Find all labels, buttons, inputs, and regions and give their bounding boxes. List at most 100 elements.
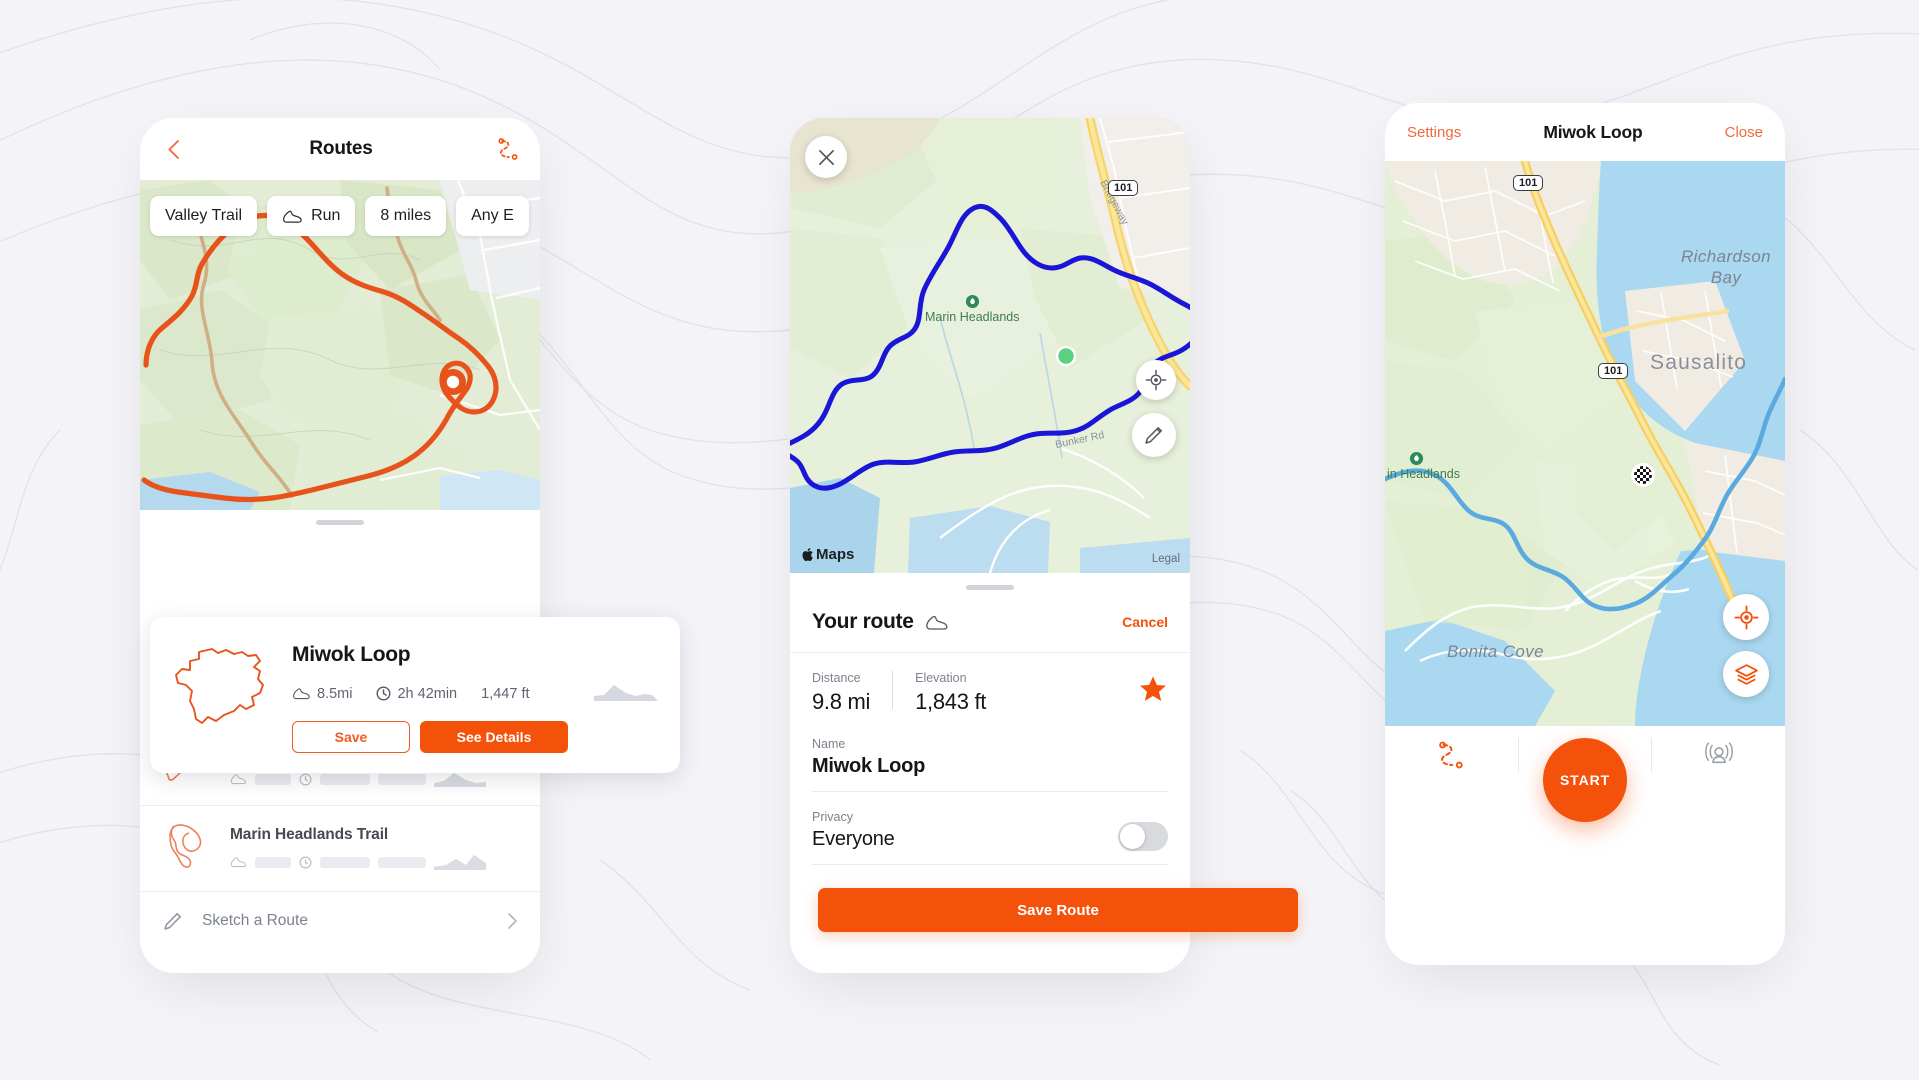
metric-divider xyxy=(892,671,894,709)
route-metrics: Distance 9.8 mi Elevation 1,843 ft xyxy=(812,671,1168,715)
sketch-label: Sketch a Route xyxy=(202,912,308,929)
route-preview-map[interactable]: Marin Headlands Bridgeway Bunker Rd 101 xyxy=(790,118,1190,573)
clock-icon xyxy=(299,773,312,785)
clock-icon xyxy=(376,686,391,701)
shoe-icon xyxy=(293,688,310,700)
filter-chip-distance[interactable]: 8 miles xyxy=(365,196,447,236)
filter-label: Run xyxy=(311,207,341,224)
metric-label: Elevation xyxy=(915,671,967,685)
shoe-icon xyxy=(283,210,302,223)
nav-bottom-area: START xyxy=(1385,726,1785,822)
see-details-button[interactable]: See Details xyxy=(420,721,568,753)
dashed-route-icon xyxy=(1439,741,1464,769)
highway-shield: 101 xyxy=(1108,180,1139,197)
route-name-field[interactable]: Name Miwok Loop xyxy=(812,737,1168,792)
layers-icon xyxy=(1734,663,1758,685)
filter-chip-elevation[interactable]: Any E xyxy=(456,196,529,236)
page-title: Routes xyxy=(309,138,373,159)
start-button[interactable]: START xyxy=(1543,738,1627,822)
featured-route-card[interactable]: Miwok Loop 8.5mi 2h 42min 1,447 ft Save … xyxy=(150,617,680,773)
stat-distance: 8.5mi xyxy=(292,686,352,702)
sheet-drag-handle[interactable] xyxy=(790,573,1190,600)
apple-logo-icon xyxy=(802,548,813,562)
shoe-icon xyxy=(230,774,246,785)
routes-sheet xyxy=(140,510,540,533)
stat-elevation-value: 1,447 ft xyxy=(481,685,530,702)
privacy-field[interactable]: Privacy Everyone xyxy=(812,810,1168,865)
sheet-title-row: Your route Cancel xyxy=(790,600,1190,653)
phone-navigation-screen: Settings Miwok Loop Close Richardson Bay… xyxy=(1385,103,1785,965)
chevron-right-icon xyxy=(508,913,517,929)
sheet-drag-handle[interactable] xyxy=(140,510,540,533)
phone-save-route-screen: Marin Headlands Bridgeway Bunker Rd 101 xyxy=(790,118,1190,973)
routes-header: Routes xyxy=(140,118,540,180)
list-item[interactable]: Marin Headlands Trail xyxy=(140,806,540,892)
stat-elevation: 1,447 ft xyxy=(481,686,529,702)
privacy-value: Everyone xyxy=(812,828,895,850)
back-button[interactable] xyxy=(160,136,186,162)
highway-shield-mid: 101 xyxy=(1598,363,1629,380)
filter-label: Valley Trail xyxy=(165,207,243,224)
filter-chips: Valley Trail Run 8 miles Any E xyxy=(150,196,529,236)
metric-label: Distance xyxy=(812,671,861,685)
phone-routes-screen: Routes Valley Trail Run 8 miles Any E Ma… xyxy=(140,118,540,973)
save-route-sheet: Your route Cancel Distance 9.8 mi Elevat… xyxy=(790,573,1190,865)
metric-distance: Distance 9.8 mi xyxy=(812,671,870,715)
close-map-button[interactable] xyxy=(805,136,847,178)
stat-distance-value: 8.5mi xyxy=(317,685,353,702)
edit-route-button[interactable] xyxy=(1132,413,1176,457)
toggle-knob xyxy=(1120,824,1145,849)
stat-duration: 2h 42min xyxy=(376,686,457,702)
featured-route-name: Miwok Loop xyxy=(292,643,411,666)
nav-title: Miwok Loop xyxy=(1543,121,1643,142)
privacy-toggle[interactable] xyxy=(1118,822,1168,851)
live-broadcast-icon xyxy=(1704,742,1733,764)
navigation-map[interactable]: Richardson Bay Sausalito in Headlands Bo… xyxy=(1385,161,1785,726)
favorite-star-button[interactable] xyxy=(1138,675,1168,709)
clock-icon xyxy=(299,856,312,868)
filter-chip-activity[interactable]: Run xyxy=(267,196,356,236)
elevation-sparkline xyxy=(592,679,660,708)
chevron-left-icon xyxy=(167,139,179,159)
metric-value: 9.8 mi xyxy=(812,689,871,714)
legal-link[interactable]: Legal xyxy=(1152,553,1180,565)
route-name-value: Miwok Loop xyxy=(812,755,926,777)
cancel-button[interactable]: Cancel xyxy=(1122,614,1168,630)
locate-me-button[interactable] xyxy=(1136,360,1176,400)
featured-card-actions: Save See Details xyxy=(292,721,660,753)
save-route-button[interactable]: Save Route xyxy=(818,888,1298,932)
save-button[interactable]: Save xyxy=(292,721,410,753)
locate-icon xyxy=(1145,369,1167,391)
sketch-a-route-row[interactable]: Sketch a Route xyxy=(140,892,540,950)
settings-button[interactable]: Settings xyxy=(1407,124,1461,141)
shoe-icon xyxy=(925,615,948,630)
locate-me-button[interactable] xyxy=(1723,594,1769,640)
route-thumbnail xyxy=(162,820,216,877)
close-icon xyxy=(818,149,834,165)
filter-label: 8 miles xyxy=(380,207,432,224)
highway-shield-top: 101 xyxy=(1513,175,1544,192)
featured-route-thumbnail xyxy=(168,639,272,753)
nav-header: Settings Miwok Loop Close xyxy=(1385,103,1785,161)
field-label: Name xyxy=(812,737,846,751)
toolbar-live-button[interactable] xyxy=(1652,738,1785,772)
save-route-form: Distance 9.8 mi Elevation 1,843 ft Name … xyxy=(790,653,1190,865)
route-stats-placeholder xyxy=(230,853,518,871)
pencil-icon xyxy=(1145,427,1162,444)
close-button[interactable]: Close xyxy=(1725,124,1763,141)
stat-duration-value: 2h 42min xyxy=(397,685,458,702)
toolbar-route-button[interactable] xyxy=(1385,738,1518,772)
star-icon xyxy=(1140,676,1166,701)
routes-map[interactable]: Valley Trail Run 8 miles Any E xyxy=(140,180,540,510)
locate-icon xyxy=(1734,605,1758,629)
filter-label: Any E xyxy=(471,207,514,224)
featured-route-stats: 8.5mi 2h 42min 1,447 ft xyxy=(292,679,660,708)
route-name: Marin Headlands Trail xyxy=(230,826,389,843)
filter-chip-trail[interactable]: Valley Trail xyxy=(150,196,258,236)
elevation-sparkline xyxy=(434,855,486,870)
dashed-route-icon[interactable] xyxy=(496,137,520,161)
map-layers-button[interactable] xyxy=(1723,651,1769,697)
field-label: Privacy xyxy=(812,810,853,824)
pencil-icon xyxy=(164,913,181,930)
maps-attribution: Maps xyxy=(802,546,854,563)
